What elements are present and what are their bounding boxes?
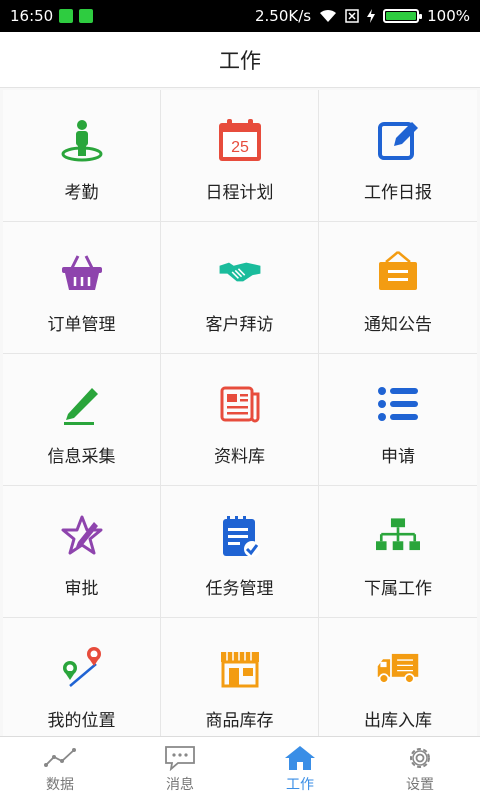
notice-board-icon xyxy=(376,250,420,294)
gear-icon xyxy=(404,744,436,772)
calendar-icon: 25 xyxy=(218,118,262,162)
grid-item-subordinates[interactable]: 下属工作 xyxy=(319,486,477,618)
notification-icon xyxy=(59,9,74,23)
star-pen-icon xyxy=(60,514,104,558)
pencil-icon xyxy=(60,382,104,426)
nav-label: 工作 xyxy=(286,776,314,793)
grid-item-label: 申请 xyxy=(381,447,415,467)
truck-icon xyxy=(376,646,420,690)
store-icon xyxy=(218,646,262,690)
nav-item-data[interactable]: 数据 xyxy=(0,737,120,800)
nav-label: 设置 xyxy=(406,776,434,793)
grid-item-label: 出库入库 xyxy=(364,711,432,731)
page-title: 工作 xyxy=(219,48,261,73)
wifi-icon xyxy=(320,9,337,22)
bottom-nav: 数据 消息 工作 设置 xyxy=(0,736,480,800)
grid-item-customer-visit[interactable]: 客户拜访 xyxy=(161,222,319,354)
grid-item-label: 我的位置 xyxy=(47,711,116,731)
handshake-icon xyxy=(218,250,262,294)
grid-item-label: 考勤 xyxy=(64,183,99,203)
nav-item-work[interactable]: 工作 xyxy=(240,737,360,800)
grid-item-approval[interactable]: 审批 xyxy=(3,486,161,618)
grid-item-stock-in-out[interactable]: 出库入库 xyxy=(319,618,477,736)
grid-item-label: 客户拜访 xyxy=(205,315,274,335)
grid-item-label: 下属工作 xyxy=(364,579,432,599)
clipboard-check-icon xyxy=(218,514,262,558)
route-pins-icon xyxy=(60,646,104,690)
grid-item-label: 任务管理 xyxy=(205,579,274,599)
no-sim-icon xyxy=(345,9,359,23)
grid-item-info-collect[interactable]: 信息采集 xyxy=(3,354,161,486)
chart-line-icon xyxy=(44,744,76,772)
calendar-date: 25 xyxy=(231,139,249,156)
grid-item-library[interactable]: 资料库 xyxy=(161,354,319,486)
edit-square-icon xyxy=(376,118,420,162)
attendance-person-icon xyxy=(60,118,104,162)
grid-item-schedule[interactable]: 25 日程计划 xyxy=(161,90,319,222)
android-notification-icon xyxy=(79,9,94,23)
grid-item-label: 商品库存 xyxy=(205,711,274,731)
network-speed: 2.50K/s xyxy=(255,7,312,25)
grid-item-notices[interactable]: 通知公告 xyxy=(319,222,477,354)
nav-label: 消息 xyxy=(166,776,194,793)
home-icon xyxy=(284,744,316,772)
list-icon xyxy=(376,382,420,426)
grid-item-label: 工作日报 xyxy=(364,183,432,203)
grid-item-apply[interactable]: 申请 xyxy=(319,354,477,486)
grid-item-my-location[interactable]: 我的位置 xyxy=(3,618,161,736)
grid-item-label: 资料库 xyxy=(214,447,265,467)
basket-icon xyxy=(60,250,104,294)
newspaper-icon xyxy=(218,382,262,426)
grid-item-tasks[interactable]: 任务管理 xyxy=(161,486,319,618)
grid-item-label: 日程计划 xyxy=(205,183,274,203)
grid-item-attendance[interactable]: 考勤 xyxy=(3,90,161,222)
org-chart-icon xyxy=(376,514,420,558)
battery-icon xyxy=(383,9,423,23)
nav-item-settings[interactable]: 设置 xyxy=(360,737,480,800)
nav-label: 数据 xyxy=(46,776,74,793)
grid-item-label: 通知公告 xyxy=(364,315,432,335)
chat-bubble-icon xyxy=(164,744,196,772)
grid-item-label: 审批 xyxy=(64,579,99,599)
page-header: 工作 xyxy=(0,32,480,88)
grid-item-inventory[interactable]: 商品库存 xyxy=(161,618,319,736)
grid-item-label: 订单管理 xyxy=(47,315,116,335)
status-time: 16:50 xyxy=(10,7,54,25)
grid-item-daily-report[interactable]: 工作日报 xyxy=(319,90,477,222)
function-grid: 考勤 25 日程计划 工作日报 订单管理 客户拜访 通知公告 信息采集 资料库 … xyxy=(3,90,477,736)
status-bar: 16:50 2.50K/s 100% xyxy=(0,0,480,32)
charging-icon xyxy=(367,9,376,23)
nav-item-messages[interactable]: 消息 xyxy=(120,737,240,800)
battery-level: 100% xyxy=(427,7,470,25)
grid-item-label: 信息采集 xyxy=(47,447,116,467)
grid-item-orders[interactable]: 订单管理 xyxy=(3,222,161,354)
